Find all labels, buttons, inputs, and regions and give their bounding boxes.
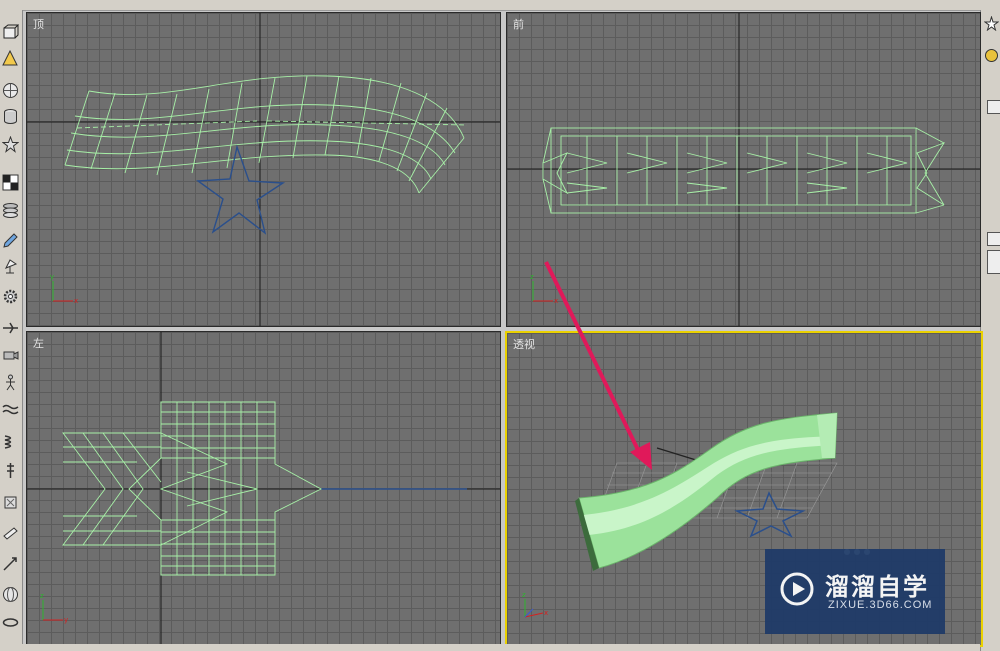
ring-icon[interactable] xyxy=(2,614,19,631)
sphere-button-icon[interactable] xyxy=(984,48,999,63)
svg-text:z: z xyxy=(522,591,526,599)
light-icon[interactable] xyxy=(2,524,19,541)
layers-icon[interactable] xyxy=(2,202,19,219)
watermark-url: ZIXUE.3D66.COM xyxy=(828,599,933,611)
star-spline[interactable] xyxy=(734,491,806,538)
extruded-ribbon-mesh[interactable] xyxy=(575,412,838,571)
rollout-toggle[interactable] xyxy=(987,232,1000,246)
wave-icon[interactable] xyxy=(2,402,19,419)
star-spline[interactable] xyxy=(196,144,286,235)
cylinder-icon[interactable] xyxy=(2,108,19,125)
time-slider-strip[interactable] xyxy=(22,644,980,651)
particle-icon[interactable] xyxy=(2,494,19,511)
svg-text:x: x xyxy=(544,609,548,617)
axis-gizmo-icon: z x xyxy=(522,591,548,618)
extruded-ribbon-wireframe[interactable] xyxy=(64,75,468,194)
watermark-title: 溜溜自学 xyxy=(825,573,929,601)
sphere-icon[interactable] xyxy=(2,82,19,99)
play-logo-icon xyxy=(780,572,814,606)
main-toolbar-strip xyxy=(0,0,1000,11)
rollout-panel[interactable] xyxy=(987,250,1000,274)
svg-text:y: y xyxy=(50,273,54,281)
ribbon-front-wireframe[interactable] xyxy=(542,127,946,214)
create-tab-icon[interactable] xyxy=(984,16,999,31)
front-viewport[interactable]: 前 z x xyxy=(506,12,981,327)
figure-icon[interactable] xyxy=(2,374,19,391)
top-viewport[interactable]: 顶 y x xyxy=(26,12,501,327)
watermark-badge: 溜溜自学 ZIXUE.3D66.COM xyxy=(765,549,945,634)
pencil-icon[interactable] xyxy=(2,232,19,249)
spring-icon[interactable] xyxy=(2,434,19,451)
misc-icon[interactable] xyxy=(2,556,19,573)
axis-gizmo-icon: z y xyxy=(40,592,68,624)
lamp-icon[interactable] xyxy=(2,258,19,275)
bone-icon[interactable] xyxy=(2,462,19,479)
axis-gizmo-icon: z x xyxy=(530,273,558,305)
svg-text:x: x xyxy=(74,297,78,305)
svg-text:y: y xyxy=(64,616,68,624)
checker-icon[interactable] xyxy=(2,174,19,191)
globe-icon[interactable] xyxy=(2,586,19,603)
axis-gizmo-icon: y x xyxy=(50,273,78,305)
svg-text:x: x xyxy=(554,297,558,305)
gear-icon[interactable] xyxy=(2,288,19,305)
camera-icon[interactable] xyxy=(2,346,19,363)
star-icon[interactable] xyxy=(2,136,19,153)
plane-icon[interactable] xyxy=(2,320,19,337)
svg-text:z: z xyxy=(40,592,44,600)
cone-icon[interactable] xyxy=(2,50,19,67)
left-viewport[interactable]: 左 z y xyxy=(26,331,501,646)
svg-text:z: z xyxy=(530,273,534,281)
box-icon[interactable] xyxy=(2,24,19,41)
left-toolbar xyxy=(0,10,23,651)
rollout-toggle[interactable] xyxy=(987,100,1000,114)
command-panel xyxy=(980,10,1000,651)
